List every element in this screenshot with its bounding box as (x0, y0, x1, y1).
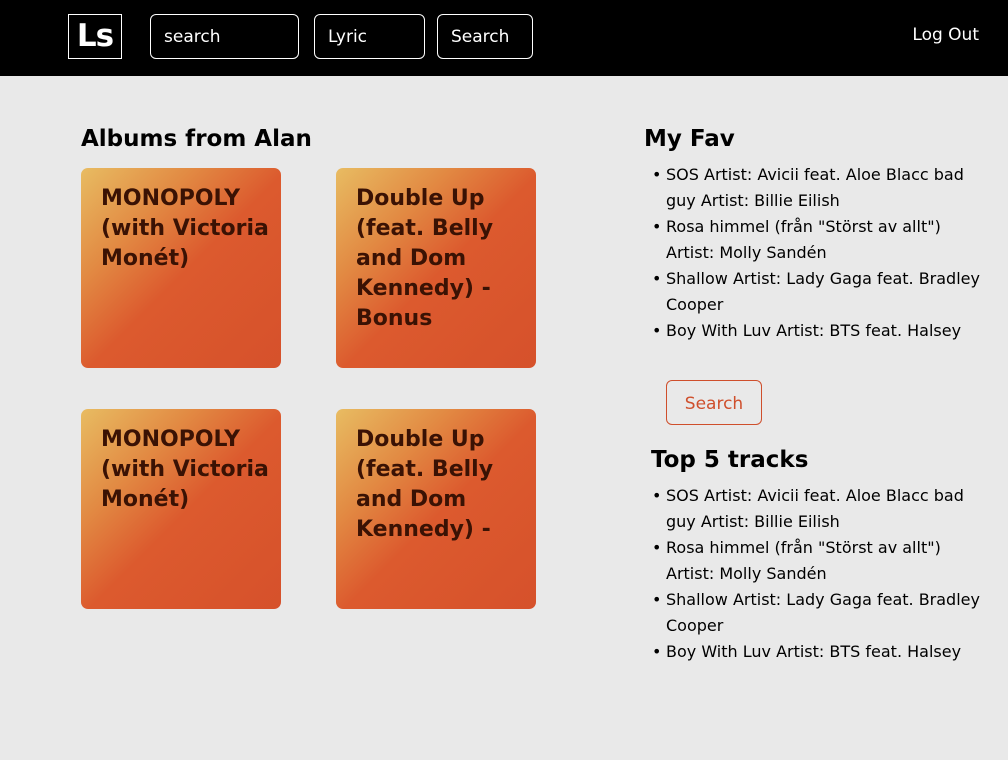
track-text: Shallow Artist: Lady Gaga feat. Bradley … (666, 590, 980, 635)
list-item[interactable]: • Rosa himmel (från "Störst av allt") Art… (652, 214, 982, 266)
bullet-icon: • (652, 486, 662, 505)
list-item[interactable]: • Boy With Luv Artist: BTS feat. Halsey (652, 639, 982, 665)
list-item[interactable]: • Shallow Artist: Lady Gaga feat. Bradley… (652, 587, 982, 639)
album-card[interactable]: MONOPOLY (with Victoria Monét) (81, 409, 281, 609)
track-text: SOS Artist: Avicii feat. Aloe Blacc bad … (666, 165, 964, 210)
bullet-icon: • (652, 538, 662, 557)
search-type-select[interactable]: Lyric (314, 14, 425, 59)
list-item[interactable]: • Boy With Luv Artist: BTS feat. Halsey (652, 318, 982, 344)
track-text: Boy With Luv Artist: BTS feat. Halsey (666, 321, 962, 340)
bullet-icon: • (652, 321, 662, 340)
app-logo[interactable]: Ls (68, 14, 122, 59)
album-title: Double Up (feat. Belly and Dom Kennedy) … (356, 186, 494, 331)
bullet-icon: • (652, 269, 662, 288)
bullet-icon: • (652, 642, 662, 661)
list-item[interactable]: • SOS Artist: Avicii feat. Aloe Blacc bad… (652, 483, 982, 535)
track-text: Rosa himmel (från "Störst av allt") Arti… (666, 217, 941, 262)
top-nav-bar: Ls search Lyric Search Log Out (0, 0, 1008, 76)
logout-link[interactable]: Log Out (912, 25, 979, 45)
bullet-icon: • (652, 165, 662, 184)
search-button[interactable]: Search (437, 14, 533, 59)
favorites-search-button[interactable]: Search (666, 380, 762, 425)
album-card[interactable]: Double Up (feat. Belly and Dom Kennedy) … (336, 409, 536, 609)
bullet-icon: • (652, 217, 662, 236)
list-item[interactable]: • Shallow Artist: Lady Gaga feat. Bradley… (652, 266, 982, 318)
album-title: MONOPOLY (with Victoria Monét) (101, 427, 269, 512)
top-tracks-list: • SOS Artist: Avicii feat. Aloe Blacc bad… (652, 483, 982, 665)
albums-heading: Albums from Alan (81, 126, 312, 152)
list-item[interactable]: • SOS Artist: Avicii feat. Aloe Blacc bad… (652, 162, 982, 214)
track-text: Rosa himmel (från "Störst av allt") Arti… (666, 538, 941, 583)
search-input[interactable]: search (150, 14, 299, 59)
track-text: Boy With Luv Artist: BTS feat. Halsey (666, 642, 962, 661)
track-text: Shallow Artist: Lady Gaga feat. Bradley … (666, 269, 980, 314)
album-card[interactable]: MONOPOLY (with Victoria Monét) (81, 168, 281, 368)
album-card[interactable]: Double Up (feat. Belly and Dom Kennedy) … (336, 168, 536, 368)
top-tracks-heading: Top 5 tracks (651, 447, 809, 473)
bullet-icon: • (652, 590, 662, 609)
list-item[interactable]: • Rosa himmel (från "Störst av allt") Art… (652, 535, 982, 587)
track-text: SOS Artist: Avicii feat. Aloe Blacc bad … (666, 486, 964, 531)
favorites-list: • SOS Artist: Avicii feat. Aloe Blacc bad… (652, 162, 982, 344)
favorites-heading: My Fav (644, 126, 735, 152)
album-title: MONOPOLY (with Victoria Monét) (101, 186, 269, 271)
album-title: Double Up (feat. Belly and Dom Kennedy) … (356, 427, 494, 542)
